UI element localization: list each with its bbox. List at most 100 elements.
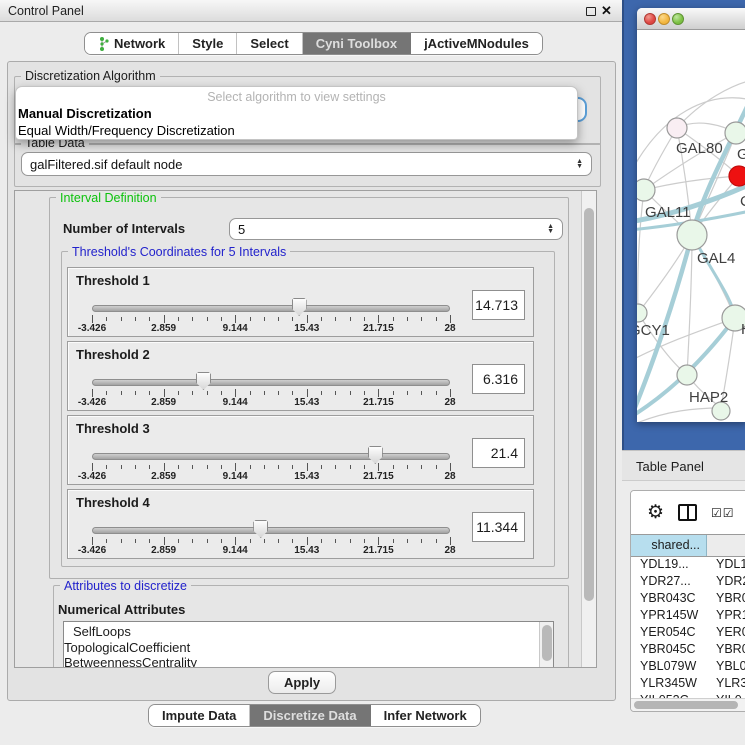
threshold-1-slider-track[interactable] bbox=[92, 305, 450, 312]
interval-definition-title: Interval Definition bbox=[56, 191, 161, 205]
algorithm-dropdown-popup: Select algorithm to view settings Manual… bbox=[15, 86, 578, 140]
table-cell[interactable]: YBR0 bbox=[707, 642, 745, 659]
column-header-name[interactable]: na bbox=[707, 535, 745, 556]
threshold-1-value-field[interactable]: 14.713 bbox=[472, 290, 525, 320]
threshold-3-slider-thumb[interactable] bbox=[368, 446, 383, 464]
threshold-2-panel: Threshold 2 -3.4262.8599.14415.4321.7152… bbox=[67, 341, 534, 411]
table-cell[interactable]: YER0 bbox=[707, 625, 745, 642]
table-cell[interactable]: YLR3 bbox=[707, 676, 745, 693]
float-window-icon[interactable] bbox=[586, 7, 596, 16]
table-row[interactable]: YDL19...YDL1 bbox=[631, 557, 745, 574]
close-icon[interactable]: ✕ bbox=[601, 3, 612, 19]
settings-scroll-area: Interval Definition Number of Intervals … bbox=[14, 190, 597, 668]
table-cell[interactable]: YPR145W bbox=[631, 608, 707, 625]
table-cell[interactable]: YDL19... bbox=[631, 557, 707, 574]
threshold-2-slider-track[interactable] bbox=[92, 379, 450, 386]
threshold-1-slider-thumb[interactable] bbox=[292, 298, 307, 316]
table-cell[interactable]: YLR345W bbox=[631, 676, 707, 693]
threshold-2-label: Threshold 2 bbox=[76, 347, 150, 362]
network-window[interactable]: GAL80 GA GAL11 C GAL4 GCY1 H HAP2 bbox=[637, 8, 745, 422]
threshold-3-slider-track[interactable] bbox=[92, 453, 450, 460]
slider-tick-labels: -3.4262.8599.14415.4321.71528 bbox=[92, 545, 450, 557]
tab-impute-data-label: Impute Data bbox=[162, 708, 236, 723]
apply-button[interactable]: Apply bbox=[268, 671, 336, 694]
threshold-4-slider-track[interactable] bbox=[92, 527, 450, 534]
dropdown-item-manual-discretization[interactable]: Manual Discretization bbox=[18, 106, 152, 121]
tab-impute-data[interactable]: Impute Data bbox=[149, 705, 250, 726]
node-label-c: C bbox=[740, 193, 745, 210]
list-item[interactable]: BetweennessCentrality bbox=[64, 655, 553, 668]
column-header-shared-name[interactable]: shared... bbox=[631, 535, 707, 556]
node-gal4[interactable] bbox=[677, 220, 707, 250]
table-cell[interactable]: YBL0 bbox=[707, 659, 745, 676]
tick-label: 21.715 bbox=[363, 471, 394, 482]
threshold-1-panel: Threshold 1 -3.4262.8599.14415.4321.7152… bbox=[67, 267, 534, 337]
tick-label: -3.426 bbox=[78, 545, 106, 556]
table-row[interactable]: YDR27...YDR2 bbox=[631, 574, 745, 591]
tab-style[interactable]: Style bbox=[179, 33, 237, 54]
table-cell[interactable]: YPR1 bbox=[707, 608, 745, 625]
number-of-intervals-combobox[interactable]: 5 ▲▼ bbox=[229, 218, 563, 240]
network-canvas[interactable]: GAL80 GA GAL11 C GAL4 GCY1 H HAP2 bbox=[637, 30, 745, 422]
minimize-traffic-light-icon[interactable] bbox=[658, 13, 670, 25]
tick-label: -3.426 bbox=[78, 323, 106, 334]
table-cell[interactable]: YDR27... bbox=[631, 574, 707, 591]
tick-label: 9.144 bbox=[223, 397, 248, 408]
list-scrollbar[interactable] bbox=[539, 622, 553, 668]
combo-spinner-icon: ▲▼ bbox=[576, 159, 583, 169]
table-row[interactable]: YBR045CYBR0 bbox=[631, 642, 745, 659]
table-row[interactable]: YPR145WYPR1 bbox=[631, 608, 745, 625]
close-traffic-light-icon[interactable] bbox=[644, 13, 656, 25]
table-cell[interactable]: YDL1 bbox=[707, 557, 745, 574]
columns-icon[interactable] bbox=[678, 504, 697, 521]
node-label-h: H bbox=[741, 321, 745, 338]
table-cell[interactable]: YER054C bbox=[631, 625, 707, 642]
table-cell[interactable]: YBL079W bbox=[631, 659, 707, 676]
tab-jactivemnodules[interactable]: jActiveMNodules bbox=[411, 33, 542, 54]
threshold-4-slider-thumb[interactable] bbox=[253, 520, 268, 538]
node-hap2[interactable] bbox=[677, 365, 697, 385]
zoom-traffic-light-icon[interactable] bbox=[672, 13, 684, 25]
table-row[interactable]: YER054CYER0 bbox=[631, 625, 745, 642]
node-gal80[interactable] bbox=[667, 118, 687, 138]
table-cell[interactable]: YBR043C bbox=[631, 591, 707, 608]
tab-discretize-data[interactable]: Discretize Data bbox=[250, 705, 370, 726]
tab-network[interactable]: Network bbox=[85, 33, 179, 54]
threshold-3-value-field[interactable]: 21.4 bbox=[472, 438, 525, 468]
table-horizontal-scrollbar[interactable] bbox=[631, 698, 745, 711]
table-cell[interactable]: YBR045C bbox=[631, 642, 707, 659]
network-graph: GAL80 GA GAL11 C GAL4 GCY1 H HAP2 bbox=[637, 30, 745, 422]
table-cell[interactable]: YBR0 bbox=[707, 591, 745, 608]
node-gal11[interactable] bbox=[637, 179, 655, 201]
network-icon bbox=[98, 37, 109, 51]
tab-infer-network[interactable]: Infer Network bbox=[371, 705, 480, 726]
node-selected-red[interactable] bbox=[729, 166, 745, 186]
node-top-right[interactable] bbox=[725, 122, 745, 144]
tab-select[interactable]: Select bbox=[237, 33, 302, 54]
list-item[interactable]: SelfLoops bbox=[64, 622, 553, 640]
scrollbar-thumb[interactable] bbox=[584, 208, 594, 601]
table-cell[interactable]: YDR2 bbox=[707, 574, 745, 591]
table-panel-titlebar[interactable]: Table Panel bbox=[622, 450, 745, 481]
tick-label: -3.426 bbox=[78, 471, 106, 482]
scrollbar-thumb[interactable] bbox=[634, 701, 738, 709]
tab-cyni-toolbox[interactable]: Cyni Toolbox bbox=[303, 33, 411, 54]
dropdown-item-equal-width[interactable]: Equal Width/Frequency Discretization bbox=[18, 123, 235, 138]
node-gcy1[interactable] bbox=[637, 304, 647, 322]
table-row[interactable]: YBL079WYBL0 bbox=[631, 659, 745, 676]
list-item[interactable]: TopologicalCoefficient bbox=[64, 640, 553, 655]
select-columns-checkboxes-icon[interactable]: ☑☑ bbox=[711, 506, 735, 520]
threshold-4-value-field[interactable]: 11.344 bbox=[472, 512, 525, 542]
bottom-tab-bar: Impute Data Discretize Data Infer Networ… bbox=[148, 704, 481, 727]
threshold-2-value-field[interactable]: 6.316 bbox=[472, 364, 525, 394]
numerical-attributes-list[interactable]: SelfLoops TopologicalCoefficient Between… bbox=[63, 621, 554, 668]
table-row[interactable]: YBR043CYBR0 bbox=[631, 591, 745, 608]
settings-scrollbar[interactable] bbox=[581, 191, 596, 667]
combo-spinner-icon: ▲▼ bbox=[547, 224, 554, 234]
thresholds-group-title: Threshold's Coordinates for 5 Intervals bbox=[68, 245, 290, 259]
table-row[interactable]: YLR345WYLR3 bbox=[631, 676, 745, 693]
threshold-2-slider-thumb[interactable] bbox=[196, 372, 211, 390]
slider-tick-labels: -3.4262.8599.14415.4321.71528 bbox=[92, 323, 450, 335]
table-data-combobox[interactable]: galFiltered.sif default node ▲▼ bbox=[21, 152, 592, 176]
gear-icon[interactable]: ⚙ bbox=[647, 503, 664, 522]
